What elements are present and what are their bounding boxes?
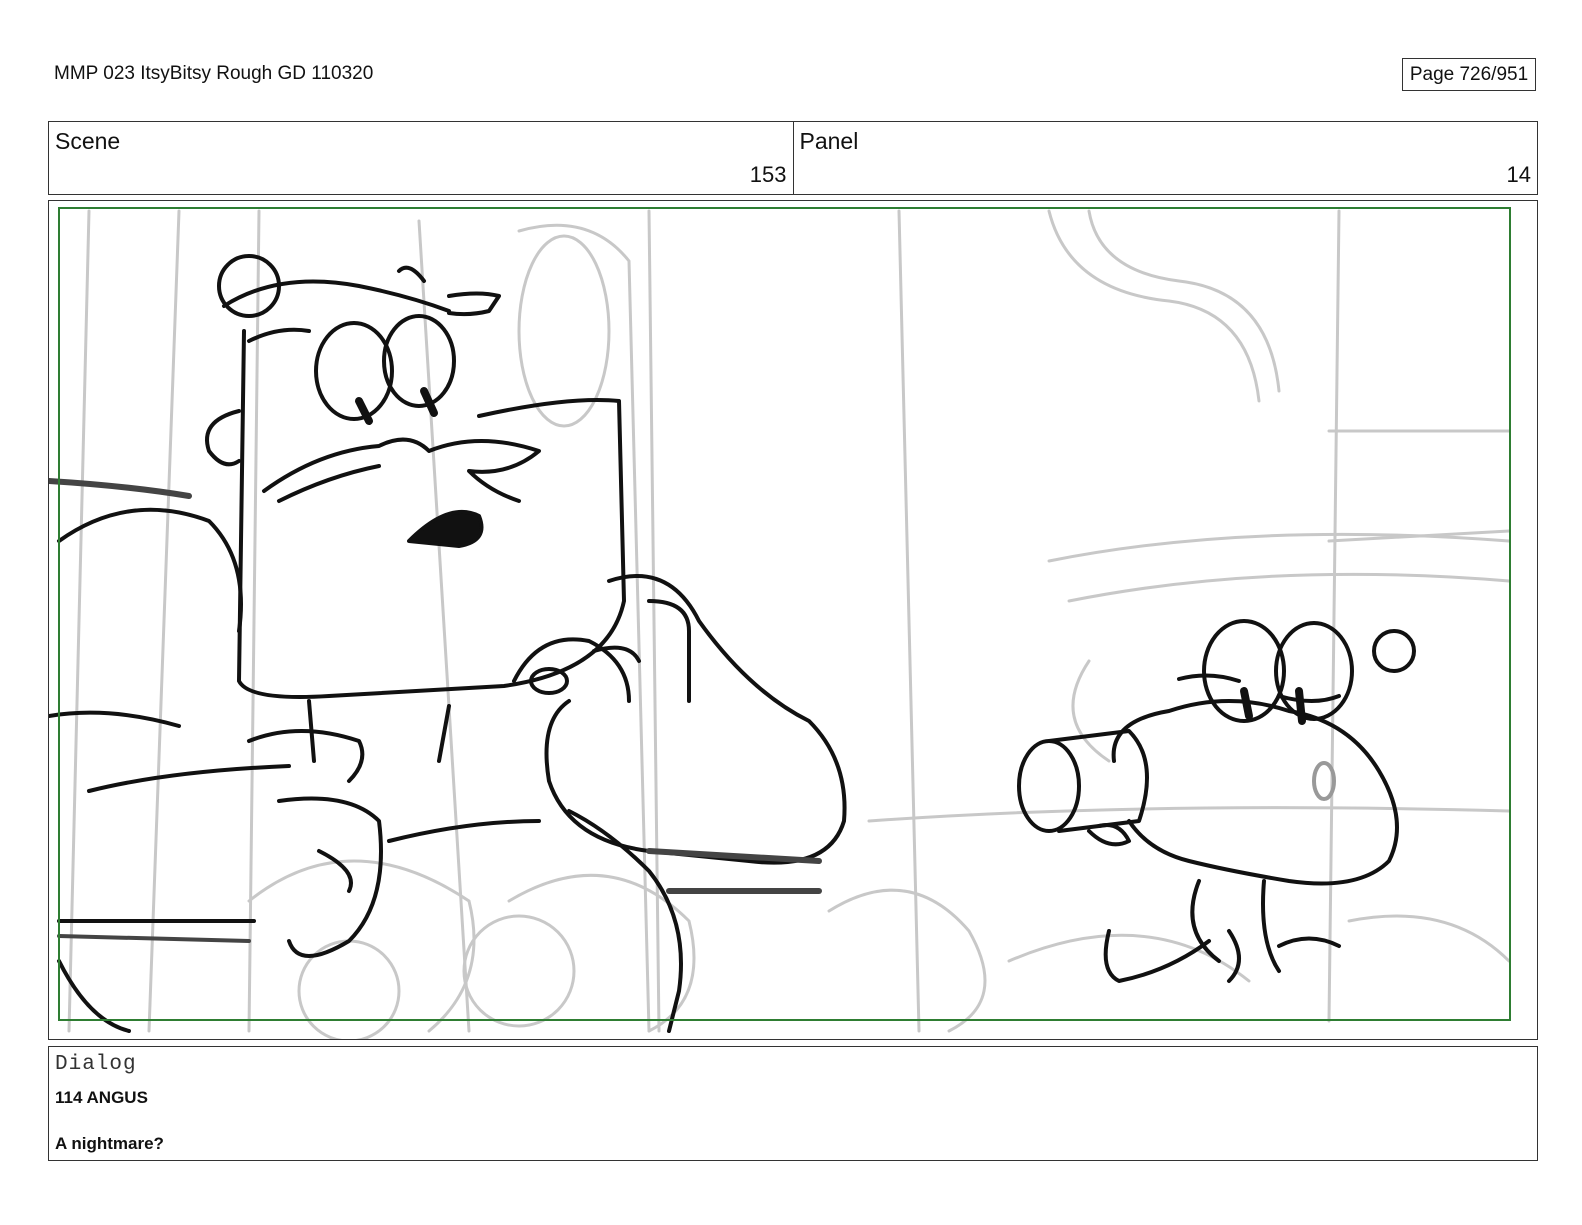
page-number: Page 726/951 [1409, 63, 1529, 85]
character-sketch-right [1017, 619, 1416, 983]
storyboard-panel [48, 200, 1538, 1040]
scene-panel-header: Scene 153 Panel 14 [48, 121, 1538, 195]
dialog-label: Dialog [55, 1053, 137, 1076]
dialog-speaker: 114 ANGUS [55, 1088, 148, 1107]
panel-number: 14 [1506, 162, 1531, 187]
background-sketch [67, 209, 1511, 1039]
scene-number: 153 [749, 162, 787, 187]
document-title: MMP 023 ItsyBitsy Rough GD 110320 [54, 63, 374, 84]
page-number-box: Page 726/951 [1402, 58, 1536, 91]
storyboard-sketch [49, 207, 1511, 1039]
panel-label: Panel [799, 128, 859, 154]
scene-cell: Scene 153 [49, 122, 793, 194]
dialog-text: A nightmare? [55, 1134, 164, 1153]
scene-label: Scene [55, 128, 121, 154]
dialog-box: Dialog 114 ANGUS A nightmare? [48, 1046, 1538, 1161]
panel-cell: Panel 14 [792, 122, 1538, 194]
character-sketch-left [49, 254, 847, 1033]
